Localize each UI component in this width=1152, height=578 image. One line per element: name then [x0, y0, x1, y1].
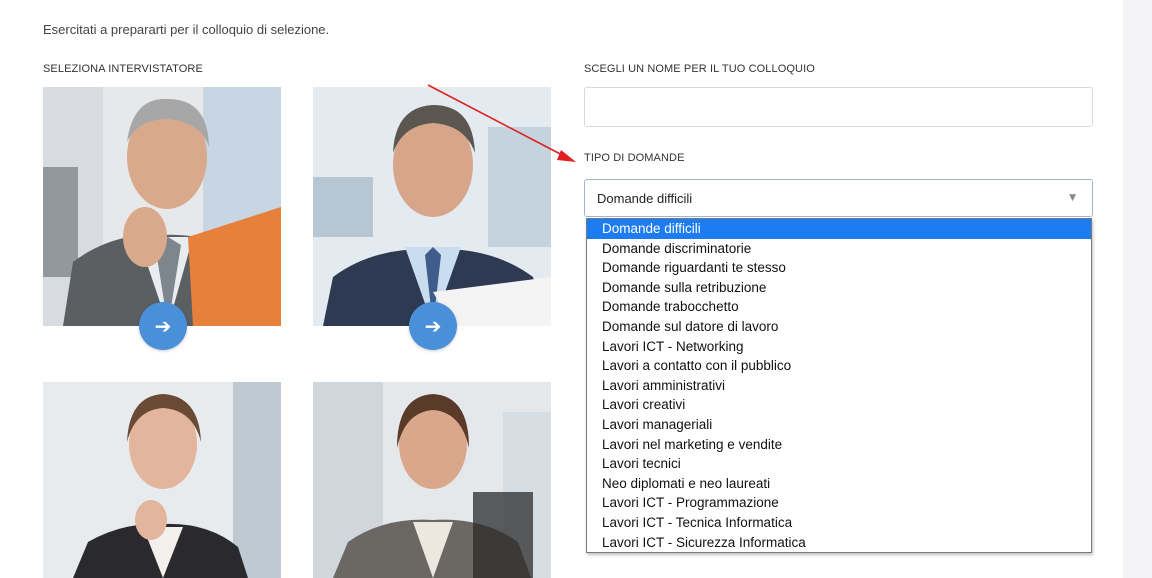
- page-gutter: [1123, 0, 1152, 578]
- interviewer-card[interactable]: [43, 382, 281, 578]
- dropdown-option[interactable]: Lavori creativi: [587, 395, 1091, 415]
- interviewer-photo: [313, 382, 551, 578]
- interviewer-card[interactable]: [313, 382, 551, 578]
- question-type-select[interactable]: Domande difficili ▼: [584, 179, 1093, 217]
- dropdown-option[interactable]: Lavori ICT - Programmazione: [587, 493, 1091, 513]
- dropdown-option[interactable]: Lavori ICT - Networking: [587, 337, 1091, 357]
- dropdown-option[interactable]: Domande riguardanti te stesso: [587, 258, 1091, 278]
- dropdown-option[interactable]: Lavori a contatto con il pubblico: [587, 356, 1091, 376]
- select-interviewer-button[interactable]: ➔: [409, 302, 457, 350]
- arrow-right-icon: ➔: [424, 314, 442, 338]
- dropdown-option[interactable]: Lavori tecnici: [587, 454, 1091, 474]
- dropdown-option[interactable]: Lavori ICT - Sicurezza Informatica: [587, 533, 1091, 553]
- dropdown-option[interactable]: Domande sulla retribuzione: [587, 278, 1091, 298]
- question-type-selected-value: Domande difficili: [597, 190, 693, 206]
- dropdown-option[interactable]: Domande difficili: [587, 219, 1091, 239]
- interview-name-input[interactable]: [584, 87, 1093, 127]
- dropdown-option[interactable]: Domande sul datore di lavoro: [587, 317, 1091, 337]
- select-interviewer-button[interactable]: ➔: [139, 302, 187, 350]
- dropdown-option[interactable]: Lavori ICT - Tecnica Informatica: [587, 513, 1091, 533]
- interview-name-label: SCEGLI UN NOME PER IL TUO COLLOQUIO: [584, 63, 815, 75]
- interviewer-photo: [313, 87, 551, 326]
- dropdown-option[interactable]: Domande trabocchetto: [587, 297, 1091, 317]
- interviewer-card[interactable]: ➔: [313, 87, 551, 350]
- dropdown-option[interactable]: Lavori nel marketing e vendite: [587, 435, 1091, 455]
- intro-text: Esercitati a prepararti per il colloquio…: [43, 22, 330, 37]
- chevron-down-icon: ▼: [1069, 193, 1076, 203]
- dropdown-option[interactable]: Neo diplomati e neo laureati: [587, 474, 1091, 494]
- dropdown-option[interactable]: Lavori manageriali: [587, 415, 1091, 435]
- question-type-dropdown[interactable]: Domande difficili Domande discriminatorie…: [586, 218, 1092, 553]
- interviewer-photo: [43, 382, 281, 578]
- question-type-label: TIPO DI DOMANDE: [584, 152, 685, 164]
- interviewer-card[interactable]: ➔: [43, 87, 281, 350]
- dropdown-option[interactable]: Domande discriminatorie: [587, 239, 1091, 259]
- dropdown-option[interactable]: Lavori amministrativi: [587, 376, 1091, 396]
- interviewer-photo: [43, 87, 281, 326]
- interviewer-section-label: SELEZIONA INTERVISTATORE: [43, 63, 203, 75]
- arrow-right-icon: ➔: [154, 314, 172, 338]
